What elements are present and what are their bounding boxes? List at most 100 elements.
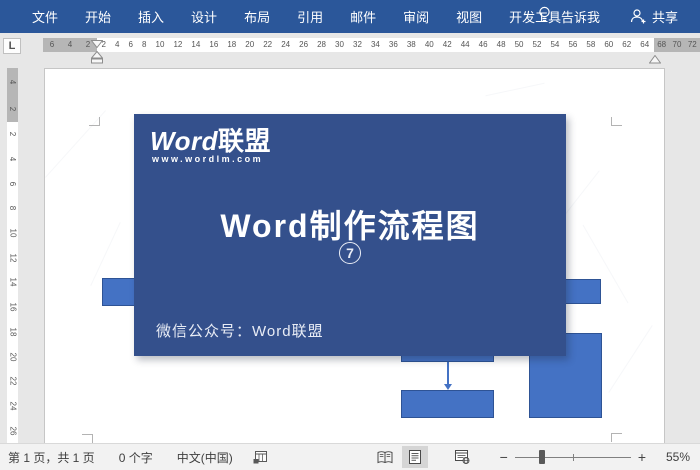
ruler-number: 10 — [6, 229, 20, 238]
ruler-number: 60 — [604, 38, 613, 52]
ruler-number: 8 — [142, 38, 146, 52]
ribbon-tab[interactable]: 审阅 — [403, 7, 429, 26]
ghost-sketch — [608, 325, 652, 393]
ruler-number: 18 — [6, 327, 20, 336]
ruler-number: 54 — [550, 38, 559, 52]
ruler-number: 30 — [335, 38, 344, 52]
zoom-control: − + 55% — [496, 449, 700, 465]
ruler-number: 6 — [50, 38, 54, 52]
canvas-corner-mark — [611, 433, 622, 442]
ribbon-tab[interactable]: 引用 — [297, 7, 323, 26]
web-layout-button[interactable] — [450, 446, 476, 468]
ruler-number: 44 — [461, 38, 470, 52]
ribbon-tab[interactable]: 文件 — [32, 7, 58, 26]
flowchart-connector-arrow[interactable] — [447, 362, 449, 386]
ruler-number: 2 — [86, 38, 90, 52]
language-indicator[interactable]: 中文(中国) — [177, 449, 233, 466]
ruler-number: 14 — [191, 38, 200, 52]
ruler-number: 24 — [6, 401, 20, 410]
v-ruler-top-margin[interactable]: 42 — [7, 68, 18, 122]
ribbon-tab[interactable]: 开始 — [85, 7, 111, 26]
cover-card-image[interactable]: Word联盟 www.wordlm.com Word制作流程图 7 微信公众号：… — [134, 114, 566, 356]
ruler-number: 26 — [299, 38, 308, 52]
ruler-number: 4 — [5, 79, 19, 83]
zoom-percentage[interactable]: 55% — [650, 450, 690, 464]
flowchart-rect-middle-bottom[interactable] — [401, 390, 494, 418]
ruler-number: 32 — [353, 38, 362, 52]
ruler-number: 36 — [389, 38, 398, 52]
canvas-corner-mark — [611, 117, 622, 126]
document-page[interactable]: Word联盟 www.wordlm.com Word制作流程图 7 微信公众号：… — [44, 68, 665, 443]
ruler-number: 4 — [5, 157, 19, 161]
word-count[interactable]: 0 个字 — [119, 449, 153, 466]
ribbon-tab[interactable]: 邮件 — [350, 7, 376, 26]
ruler-number: 46 — [479, 38, 488, 52]
h-ruler-left-margin[interactable]: 642 — [43, 38, 97, 52]
ruler-number: 20 — [6, 352, 20, 361]
logo-suffix: 联盟 — [218, 126, 271, 156]
ruler-number: 10 — [156, 38, 165, 52]
page-indicator[interactable]: 第 1 页，共 1 页 — [8, 449, 95, 466]
ruler-number: 72 — [688, 38, 697, 52]
macro-record-icon[interactable] — [253, 451, 267, 464]
tell-me-button[interactable]: 告诉我 — [561, 7, 600, 26]
ruler-number: 14 — [6, 278, 20, 287]
ruler-number: 50 — [515, 38, 524, 52]
ribbon-tab[interactable]: 布局 — [244, 7, 270, 26]
ruler-number: 56 — [568, 38, 577, 52]
lightbulb-icon — [538, 6, 551, 28]
print-layout-button[interactable] — [402, 446, 428, 468]
ruler-number: 8 — [5, 206, 19, 210]
ruler-number: 34 — [371, 38, 380, 52]
word-window: 文件开始插入设计布局引用邮件审阅视图开发工具 告诉我 共享 — [0, 0, 700, 470]
share-person-icon — [630, 9, 647, 24]
ruler-number: 6 — [129, 38, 133, 52]
canvas-corner-mark — [89, 117, 100, 126]
cover-title: Word制作流程图 — [134, 201, 566, 247]
ruler-number: 52 — [533, 38, 542, 52]
zoom-slider-thumb[interactable] — [539, 450, 545, 464]
ribbon-tab[interactable]: 设计 — [191, 7, 217, 26]
ruler-number: 38 — [407, 38, 416, 52]
horizontal-ruler-row: L 642 2468101214161820222426283032343638… — [0, 33, 700, 65]
ruler-number: 58 — [586, 38, 595, 52]
ribbon-tab[interactable]: 插入 — [138, 7, 164, 26]
wechat-account-label: 微信公众号：Word联盟 — [156, 320, 324, 341]
ruler-number: 42 — [443, 38, 452, 52]
ruler-number: 4 — [68, 38, 72, 52]
ruler-number: 22 — [6, 377, 20, 386]
issue-number-badge: 7 — [134, 242, 566, 264]
ruler-number: 48 — [497, 38, 506, 52]
ruler-number: 28 — [317, 38, 326, 52]
ribbon-tabs: 文件开始插入设计布局引用邮件审阅视图开发工具 — [0, 7, 588, 26]
ruler-number: 6 — [5, 181, 19, 185]
v-ruler-body[interactable]: 2468101214161820222426 — [7, 122, 18, 443]
h-ruler-body[interactable]: 2468101214161820222426283032343638404244… — [97, 38, 654, 52]
vertical-ruler[interactable]: 42 2468101214161820222426 — [7, 68, 18, 443]
share-button[interactable]: 共享 — [630, 7, 678, 26]
ghost-sketch — [90, 222, 120, 286]
h-ruler-right-margin[interactable]: 687072 — [654, 38, 700, 52]
tab-stop-selector[interactable]: L — [3, 38, 21, 54]
ruler-number: 18 — [227, 38, 236, 52]
ruler-number: 12 — [6, 253, 20, 262]
ruler-number: 70 — [673, 38, 682, 52]
ruler-number: 12 — [173, 38, 182, 52]
zoom-out-button[interactable]: − — [496, 449, 512, 465]
ruler-number: 2 — [5, 106, 19, 110]
logo-word: Word — [150, 126, 218, 156]
ribbon-tab-bar: 文件开始插入设计布局引用邮件审阅视图开发工具 告诉我 共享 — [0, 0, 700, 33]
ruler-number: 26 — [6, 426, 20, 435]
menubar-right: 告诉我 共享 — [538, 0, 700, 33]
zoom-in-button[interactable]: + — [634, 449, 650, 465]
issue-number: 7 — [339, 242, 361, 264]
zoom-slider[interactable] — [515, 450, 631, 464]
canvas-corner-mark — [82, 434, 93, 443]
ruler-number: 2 — [5, 132, 19, 136]
ruler-number: 24 — [281, 38, 290, 52]
ribbon-tab[interactable]: 视图 — [456, 7, 482, 26]
ruler-number: 16 — [6, 303, 20, 312]
ghost-sketch — [486, 83, 545, 96]
read-mode-button[interactable] — [372, 446, 398, 468]
logo-website: www.wordlm.com — [152, 154, 263, 164]
